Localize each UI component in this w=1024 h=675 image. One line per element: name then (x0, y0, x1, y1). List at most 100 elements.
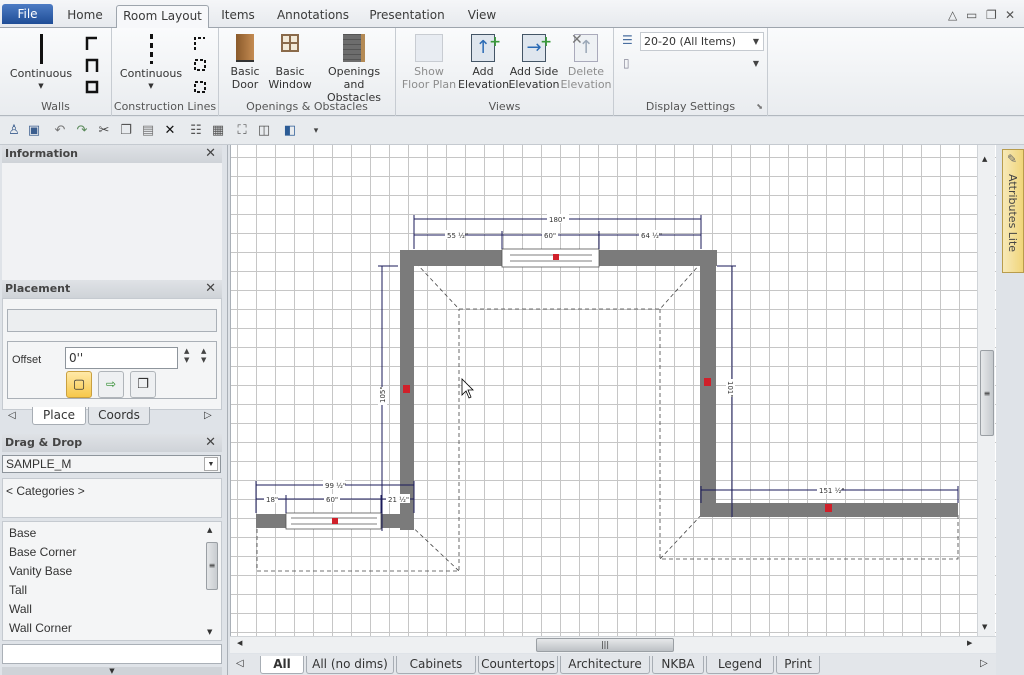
construction-shapes-gallery[interactable] (192, 36, 208, 96)
delete-icon[interactable]: ✕ (162, 123, 178, 139)
cut-icon[interactable]: ✂ (96, 123, 112, 139)
properties-icon[interactable]: ▦ (210, 123, 226, 139)
door-icon (236, 34, 254, 62)
restore-icon[interactable]: ❐ (986, 8, 997, 22)
list-item[interactable]: Base (9, 526, 36, 540)
wall-shapes-gallery[interactable] (84, 36, 100, 96)
list-view-icon[interactable]: ☷ (188, 123, 204, 139)
floor-plan-canvas[interactable]: 180" 55 ½" 60" 64 ½" 105" 101" 99 ½" 18"… (230, 145, 996, 639)
add-elevation-button[interactable]: ↑ + Add Elevation (458, 34, 509, 91)
catalog-dropdown[interactable]: SAMPLE_M ▼ (2, 455, 221, 473)
tab-annotations[interactable]: Annotations (270, 5, 356, 28)
tab-all[interactable]: All (260, 656, 304, 674)
categories-box[interactable]: < Categories > (2, 478, 222, 518)
offset-spinner[interactable]: ▲ ▼ (184, 347, 189, 365)
paste-icon[interactable]: ▤ (140, 123, 156, 139)
close-icon[interactable]: ✕ (1005, 8, 1015, 22)
walls-continuous-button[interactable]: Continuous ▼ (6, 34, 76, 93)
horizontal-scrollbar[interactable]: ◀ ||| ▶ (230, 636, 996, 653)
scroll-down-icon[interactable]: ▼ (207, 628, 212, 636)
scroll-left-icon[interactable]: ◀ (237, 639, 242, 647)
customize-toolbar-icon[interactable]: ▾ (308, 123, 324, 139)
basic-door-button[interactable]: Basic Door (225, 34, 265, 91)
place-new-button[interactable]: ▢ (66, 371, 92, 398)
save-icon[interactable]: ▣ (26, 123, 42, 139)
vertical-scroll-thumb[interactable]: ≡ (980, 350, 994, 436)
window-handle[interactable] (553, 254, 559, 260)
placement-panel-body: Offset 0'' ▲ ▼ ▲ ▼ ▢ ⇨ ❐ (2, 298, 222, 410)
zoom-window-icon[interactable]: ◫ (256, 123, 272, 139)
list-item[interactable]: Vanity Base (9, 564, 72, 578)
placement-mode-field[interactable] (7, 309, 217, 332)
horizontal-scroll-thumb[interactable]: ||| (536, 638, 674, 652)
scroll-thumb[interactable]: ≡ (206, 542, 218, 590)
list-item[interactable]: Wall Corner (9, 621, 72, 635)
tab-scroll-right-icon[interactable]: ▷ (204, 410, 212, 421)
openings-obstacles-button[interactable]: Openings and Obstacles (315, 34, 393, 104)
tab-legend[interactable]: Legend (706, 656, 774, 674)
list-item[interactable]: Wall (9, 602, 32, 616)
construction-continuous-button[interactable]: Continuous ▼ (116, 34, 186, 93)
scroll-right-icon[interactable]: ▶ (967, 639, 972, 647)
offset-spinner-2[interactable]: ▲ ▼ (201, 347, 206, 365)
tab-view[interactable]: View (460, 5, 504, 28)
window-bottom-left[interactable] (285, 512, 382, 530)
dialog-launcher-icon[interactable]: ⬊ (756, 102, 763, 111)
ribbon: Continuous ▼ Walls Continuous ▼ Construc… (0, 28, 1024, 116)
tab-countertops[interactable]: Countertops (478, 656, 558, 674)
minimize-icon[interactable]: ▭ (966, 8, 977, 22)
render-3d-icon[interactable]: ◧ (282, 123, 298, 139)
panel-expand-bar[interactable]: ▼ (2, 667, 222, 675)
copy-icon[interactable]: ❐ (118, 123, 134, 139)
display-style-select[interactable]: ▼ (640, 54, 764, 73)
window-top[interactable] (501, 248, 600, 268)
basic-window-button[interactable]: Basic Window (267, 34, 313, 91)
add-side-elevation-button[interactable]: → + Add Side Elevation (508, 34, 560, 91)
place-copy-button[interactable]: ❐ (130, 371, 156, 398)
tab-all-no-dims[interactable]: All (no dims) (306, 656, 394, 674)
wall-left-handle[interactable] (403, 385, 410, 393)
delete-elevation-button[interactable]: ↑ ✕ Delete Elevation (560, 32, 612, 91)
dropdown-arrow-icon: ▼ (752, 37, 759, 46)
undo-icon[interactable]: ↶ (52, 123, 68, 139)
zoom-extents-icon[interactable]: ⛶ (234, 123, 250, 139)
user-icon[interactable]: ♙ (6, 123, 22, 139)
tab-items[interactable]: Items (214, 5, 262, 28)
tab-print[interactable]: Print (776, 656, 820, 674)
tab-presentation[interactable]: Presentation (365, 5, 449, 28)
wall-line-icon (39, 34, 43, 64)
tab-place[interactable]: Place (32, 407, 86, 425)
scroll-up-icon[interactable]: ▲ (207, 526, 212, 534)
tab-scroll-left-icon[interactable]: ◁ (8, 410, 16, 421)
list-item[interactable]: Tall (9, 583, 27, 597)
scroll-down-icon[interactable]: ▼ (982, 623, 987, 631)
tab-file[interactable]: File (2, 4, 53, 24)
walls (256, 250, 958, 530)
tab-home[interactable]: Home (58, 5, 112, 28)
tab-coords[interactable]: Coords (88, 407, 150, 425)
close-information-icon[interactable]: ✕ (205, 145, 216, 163)
tab-cabinets[interactable]: Cabinets (396, 656, 476, 674)
construction-shape-icons (194, 37, 206, 93)
catalog-select[interactable]: 20-20 (All Items) ▼ (640, 32, 764, 51)
tab-architecture[interactable]: Architecture (560, 656, 650, 674)
offset-input[interactable]: 0'' (65, 347, 178, 369)
ribbon-collapse-icon[interactable]: △ (948, 8, 957, 22)
close-placement-icon[interactable]: ✕ (205, 280, 216, 298)
list-scrollbar[interactable]: ▲ ≡ ▼ (205, 526, 219, 636)
window-handle[interactable] (332, 518, 338, 524)
wall-right-handle[interactable] (704, 378, 711, 386)
place-move-button[interactable]: ⇨ (98, 371, 124, 398)
list-item[interactable]: Base Corner (9, 545, 76, 559)
attributes-lite-tab[interactable]: ✎ Attributes Lite (1002, 149, 1024, 273)
tab-scroll-right-icon[interactable]: ▷ (980, 658, 988, 669)
wall-bottom-right-handle[interactable] (825, 504, 832, 512)
tab-nkba[interactable]: NKBA (652, 656, 704, 674)
scroll-up-icon[interactable]: ▲ (982, 155, 987, 163)
tab-room-layout[interactable]: Room Layout (116, 5, 209, 29)
redo-icon[interactable]: ↷ (74, 123, 90, 139)
vertical-scrollbar[interactable]: ▲ ≡ ▼ (977, 145, 995, 639)
close-dragdrop-icon[interactable]: ✕ (205, 434, 216, 452)
show-floor-plan-button[interactable]: Show Floor Plan (398, 34, 460, 91)
tab-scroll-left-icon[interactable]: ◁ (236, 658, 244, 669)
